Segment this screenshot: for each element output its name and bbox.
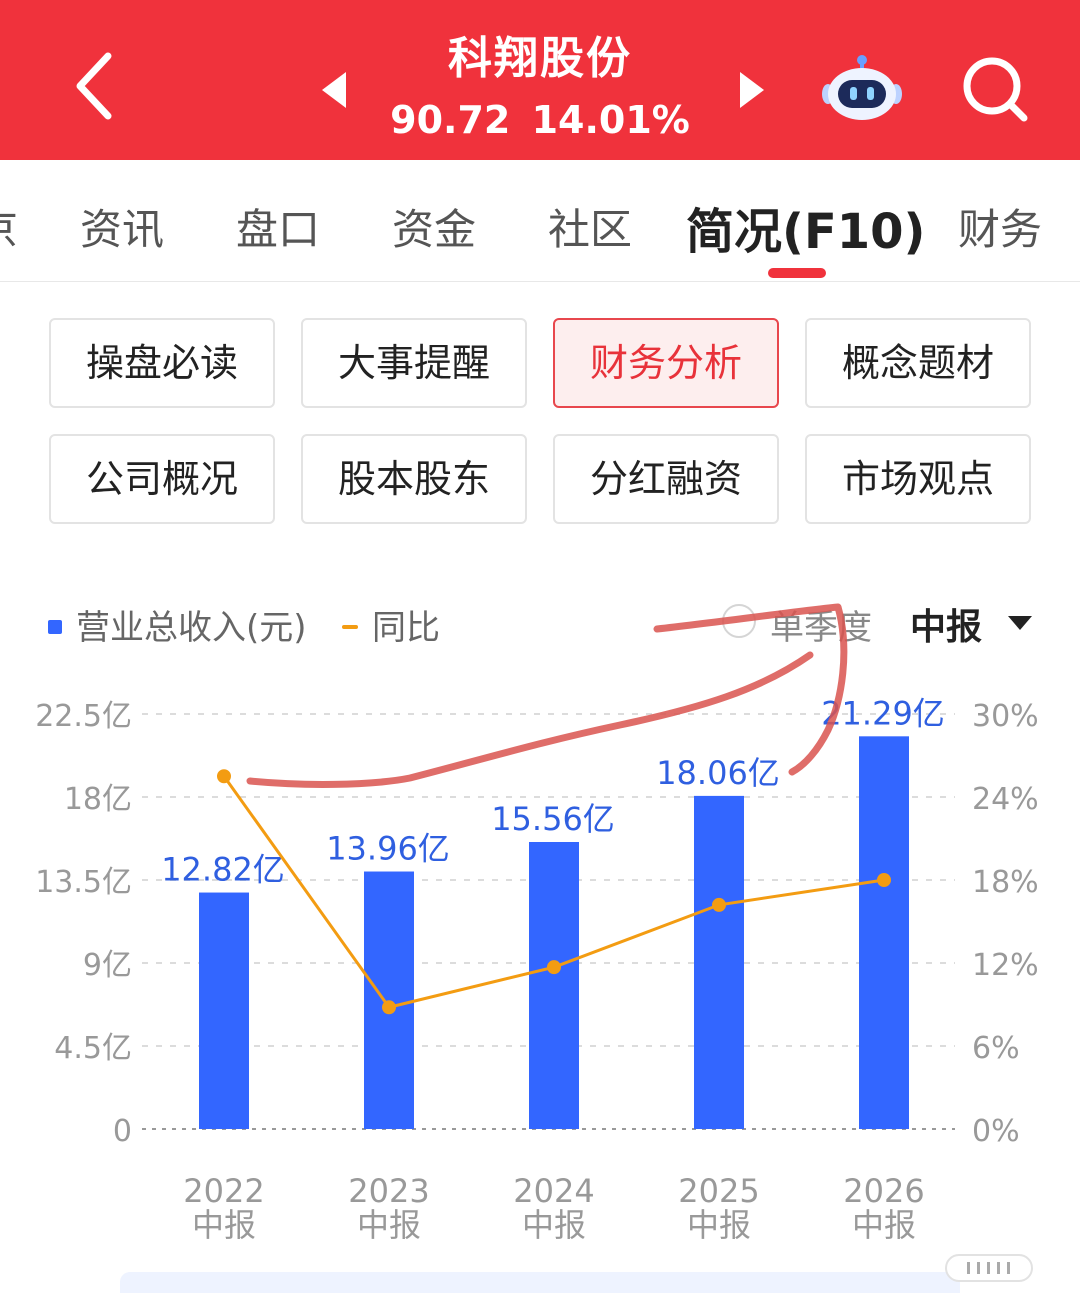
y-left-tick-label: 18亿 <box>64 782 132 817</box>
next-stock-icon[interactable] <box>730 68 770 112</box>
button-events[interactable]: 大事提醒 <box>301 318 527 408</box>
revenue-bar <box>199 892 249 1129</box>
yoy-point <box>382 1000 396 1015</box>
y-left-tick-label: 0 <box>113 1114 132 1149</box>
back-arrow-icon[interactable] <box>62 46 132 126</box>
stock-price: 90.72 <box>390 98 511 142</box>
tab-f10[interactable]: 简况(F10) <box>686 192 925 262</box>
revenue-bar <box>529 842 579 1129</box>
tab-news[interactable]: 资讯 <box>80 196 164 257</box>
stock-quote: 90.72 14.01% <box>380 96 700 144</box>
stock-title: 科翔股份 90.72 14.01% <box>380 28 700 144</box>
button-financial-analysis[interactable]: 财务分析 <box>553 318 779 408</box>
y-left-tick-label: 22.5亿 <box>35 699 132 734</box>
revenue-bar <box>859 736 909 1129</box>
active-tab-indicator <box>768 268 826 278</box>
drag-handle-icon[interactable] <box>945 1254 1033 1282</box>
x-tick-period: 中报 <box>522 1206 586 1244</box>
x-tick-period: 中报 <box>192 1206 256 1244</box>
legend-revenue-label: 营业总收入(元) <box>76 608 307 648</box>
legend-bar-swatch <box>48 619 62 634</box>
tab-funds[interactable]: 资金 <box>392 196 476 257</box>
y-right-tick-label: 24% <box>972 782 1039 817</box>
yoy-point <box>712 897 726 912</box>
x-tick-period: 中报 <box>357 1206 421 1244</box>
button-dividends[interactable]: 分红融资 <box>553 434 779 524</box>
x-tick-year: 2022 <box>183 1172 264 1210</box>
tab-market[interactable]: 盘口 <box>236 196 320 257</box>
single-quarter-radio[interactable] <box>722 604 756 638</box>
stock-change-pct: 14.01% <box>531 98 690 142</box>
x-tick-year: 2023 <box>348 1172 429 1210</box>
bar-value-label: 12.82亿 <box>161 851 285 889</box>
y-right-tick-label: 18% <box>972 865 1039 900</box>
button-shareholders[interactable]: 股本股东 <box>301 434 527 524</box>
yoy-point <box>547 960 561 975</box>
previous-stock-icon[interactable] <box>316 68 356 112</box>
single-quarter-label[interactable]: 单季度 <box>770 600 872 649</box>
yoy-point <box>877 873 891 887</box>
x-tick-year: 2024 <box>513 1172 594 1210</box>
bar-value-label: 21.29亿 <box>821 694 945 732</box>
legend-revenue[interactable]: 营业总收入(元) <box>48 600 307 649</box>
x-tick-year: 2026 <box>843 1172 924 1210</box>
button-market-views[interactable]: 市场观点 <box>805 434 1031 524</box>
bottom-scroll-area[interactable] <box>120 1272 960 1293</box>
x-tick-year: 2025 <box>678 1172 759 1210</box>
main-tab-bar: 京 资讯 盘口 资金 社区 简况(F10) 财务 <box>0 160 1080 282</box>
tab-partial[interactable]: 京 <box>0 196 18 257</box>
x-tick-period: 中报 <box>852 1206 916 1244</box>
bar-value-label: 13.96亿 <box>326 830 450 868</box>
tab-community[interactable]: 社区 <box>548 196 632 257</box>
bar-value-label: 18.06亿 <box>656 754 780 792</box>
y-right-tick-label: 6% <box>972 1031 1020 1066</box>
y-left-tick-label: 4.5亿 <box>54 1031 132 1066</box>
revenue-bar <box>694 795 744 1129</box>
top-bar: 科翔股份 90.72 14.01% <box>0 0 1080 160</box>
tab-finance[interactable]: 财务 <box>958 196 1042 257</box>
revenue-bar <box>364 871 414 1129</box>
y-left-tick-label: 9亿 <box>83 948 132 983</box>
revenue-chart: 0 4.5亿 9亿 13.5亿 18亿 22.5亿 0% 6% 12% 18% 24% 30% 12.8… <box>35 694 1039 1244</box>
x-tick-period: 中报 <box>687 1206 751 1244</box>
dropdown-triangle-icon[interactable] <box>1006 614 1034 632</box>
y-right-tick-label: 30% <box>972 699 1039 734</box>
button-trading-must-read[interactable]: 操盘必读 <box>49 318 275 408</box>
legend-yoy[interactable]: 同比 <box>342 600 440 649</box>
search-icon[interactable] <box>958 54 1034 126</box>
y-right-tick-label: 12% <box>972 948 1039 983</box>
button-company-profile[interactable]: 公司概况 <box>49 434 275 524</box>
bar-value-label: 15.56亿 <box>491 800 615 838</box>
button-concepts[interactable]: 概念题材 <box>805 318 1031 408</box>
yoy-point <box>217 769 231 784</box>
period-dropdown[interactable]: 中报 <box>910 598 982 650</box>
stock-name: 科翔股份 <box>448 33 632 84</box>
legend-yoy-label: 同比 <box>372 608 440 648</box>
robot-assistant-icon[interactable] <box>820 52 904 126</box>
legend-line-swatch <box>342 624 358 629</box>
y-right-tick-label: 0% <box>972 1114 1020 1149</box>
y-left-tick-label: 13.5亿 <box>35 865 132 900</box>
